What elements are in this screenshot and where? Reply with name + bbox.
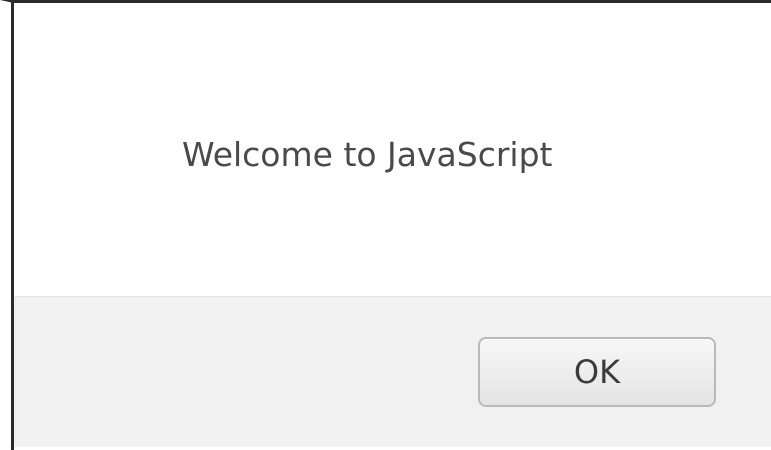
ok-button[interactable]: OK [478, 337, 716, 407]
button-area: OK [14, 296, 771, 447]
alert-dialog: Welcome to JavaScript OK [0, 0, 771, 450]
alert-message: Welcome to JavaScript [182, 135, 553, 174]
message-area: Welcome to JavaScript [14, 3, 771, 296]
